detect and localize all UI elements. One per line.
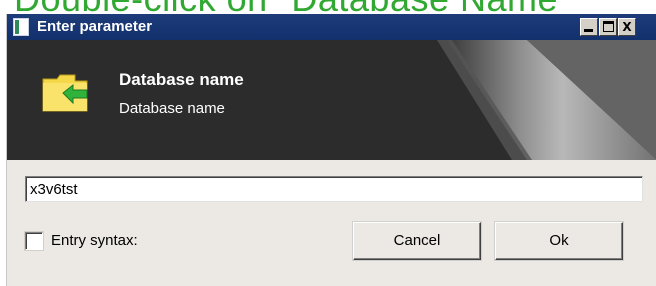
entry-syntax-label: Entry syntax: bbox=[51, 232, 138, 249]
maximize-button[interactable] bbox=[599, 18, 617, 36]
close-button[interactable]: X bbox=[618, 18, 636, 36]
window-title: Enter parameter bbox=[37, 18, 153, 35]
entry-syntax-checkbox[interactable] bbox=[25, 232, 43, 250]
app-icon bbox=[13, 18, 29, 36]
cancel-button[interactable]: Cancel bbox=[353, 222, 481, 260]
banner-decoration bbox=[437, 40, 656, 160]
header-banner: Database name Database name bbox=[7, 40, 656, 160]
folder-arrow-icon bbox=[41, 73, 91, 113]
parameter-value-input[interactable] bbox=[25, 176, 643, 202]
enter-parameter-dialog: Enter parameter X Database name Database… bbox=[6, 14, 656, 286]
maximize-icon bbox=[603, 21, 614, 32]
minimize-icon bbox=[584, 29, 593, 32]
banner-subtitle: Database name bbox=[119, 100, 225, 117]
title-bar[interactable]: Enter parameter X bbox=[7, 14, 656, 40]
minimize-button[interactable] bbox=[580, 18, 598, 36]
banner-title: Database name bbox=[119, 70, 244, 89]
ok-button[interactable]: Ok bbox=[495, 222, 623, 260]
close-icon: X bbox=[622, 20, 632, 34]
